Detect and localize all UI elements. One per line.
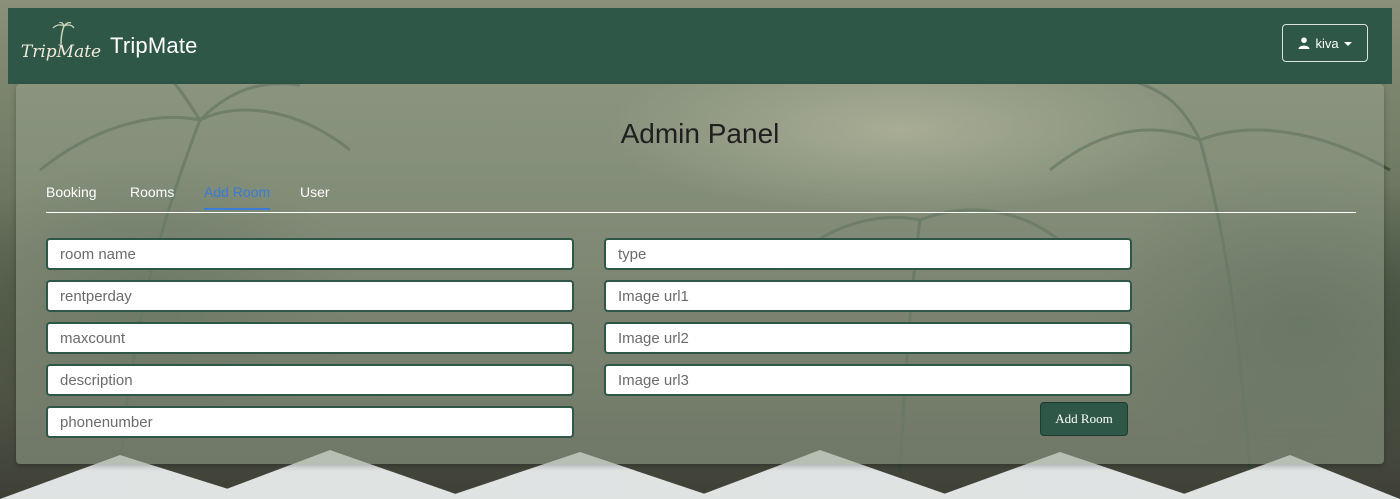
tab-user[interactable]: User <box>300 184 330 210</box>
palm-logo-icon <box>52 22 75 44</box>
page-title: Admin Panel <box>620 118 780 149</box>
brand-name[interactable]: TripMate <box>110 33 198 59</box>
description-input[interactable] <box>46 364 574 396</box>
tab-booking[interactable]: Booking <box>46 184 97 210</box>
logo-wordmark: TripMate <box>20 42 102 62</box>
type-input[interactable] <box>604 238 1132 270</box>
tripmate-logo[interactable]: TripMate <box>20 20 102 72</box>
image-url1-input[interactable] <box>604 280 1132 312</box>
image-url2-input[interactable] <box>604 322 1132 354</box>
admin-panel: Admin Panel Booking Rooms Add Room User … <box>16 84 1384 464</box>
max-count-input[interactable] <box>46 322 574 354</box>
room-name-input[interactable] <box>46 238 574 270</box>
add-room-button[interactable]: Add Room <box>1040 402 1128 436</box>
caret-down-icon <box>1343 42 1352 46</box>
user-icon <box>1298 37 1310 49</box>
admin-tabs: Booking Rooms Add Room User <box>46 182 1356 213</box>
phone-number-input[interactable] <box>46 406 574 438</box>
tab-rooms[interactable]: Rooms <box>130 184 174 210</box>
username-label: kiva <box>1315 35 1339 51</box>
image-url3-input[interactable] <box>604 364 1132 396</box>
rent-per-day-input[interactable] <box>46 280 574 312</box>
top-navbar: TripMate TripMate kiva <box>8 8 1392 84</box>
user-menu-button[interactable]: kiva <box>1282 24 1368 62</box>
tab-add-room[interactable]: Add Room <box>204 184 271 210</box>
